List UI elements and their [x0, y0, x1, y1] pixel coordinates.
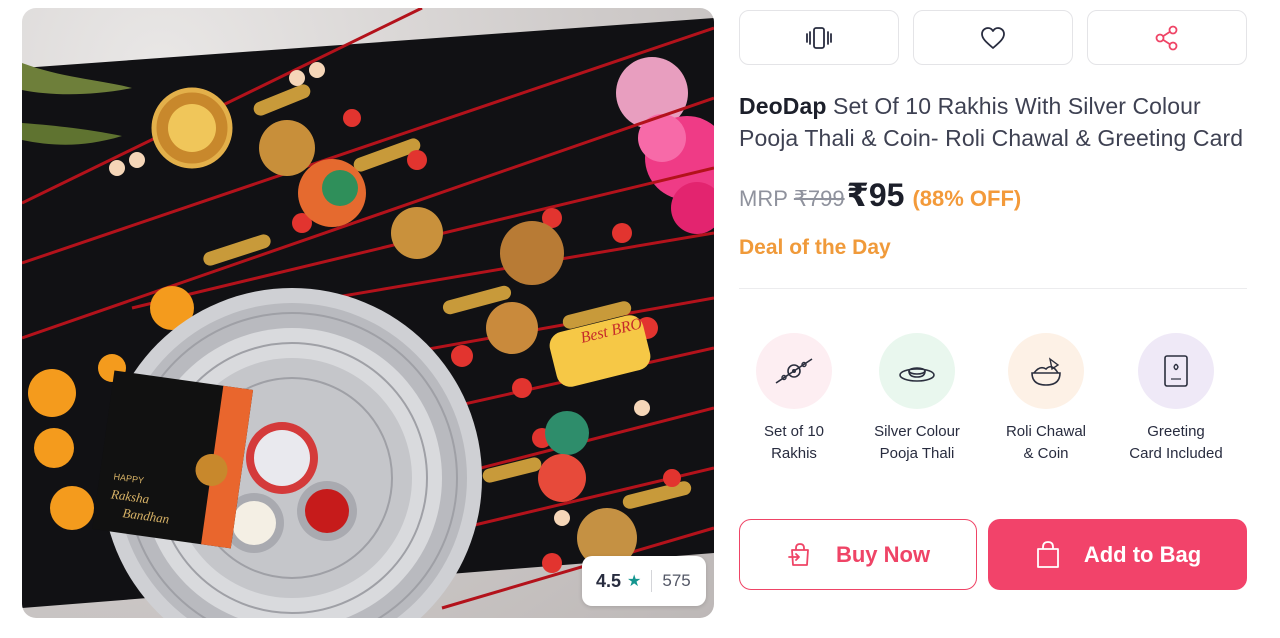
- feature-line-2: Card Included: [1129, 445, 1223, 462]
- price-row: MRP ₹799 ₹95 (88% OFF): [739, 176, 1021, 214]
- selling-price: ₹95: [846, 177, 905, 213]
- mrp-label: MRP: [739, 186, 788, 211]
- add-to-bag-button[interactable]: Add to Bag: [988, 519, 1247, 590]
- buy-now-label: Buy Now: [835, 541, 931, 567]
- feature-label: Set of 10 Rakhis: [729, 421, 859, 465]
- feature-line-1: Set of 10: [763, 423, 825, 440]
- deal-of-the-day: Deal of the Day: [739, 236, 891, 259]
- compare-icon: [806, 26, 832, 49]
- share-icon: [1155, 25, 1178, 50]
- pooja-thali-icon: [899, 367, 935, 382]
- feature-label: Silver Colour Pooja Thali: [852, 421, 982, 465]
- buy-now-icon: [788, 542, 809, 566]
- heart-icon: [981, 26, 1005, 49]
- feature-label: Roli Chawal & Coin: [981, 421, 1111, 465]
- rating-divider: [651, 570, 653, 592]
- divider: [739, 288, 1247, 289]
- feature-rakhis: Set of 10 Rakhis: [729, 333, 859, 465]
- mrp-price: ₹799: [793, 186, 845, 211]
- feature-pooja-thali: Silver Colour Pooja Thali: [852, 333, 982, 465]
- discount-badge: (88% OFF): [912, 186, 1022, 211]
- feature-line-1: Silver Colour: [874, 423, 960, 440]
- star-icon: ★: [627, 573, 642, 590]
- wishlist-button[interactable]: [913, 10, 1073, 65]
- feature-circle: [1008, 333, 1084, 409]
- rating-count: 575: [662, 571, 691, 590]
- product-photo: Best BRO HAPPY Raksha Bandhan: [22, 8, 714, 618]
- rating-chip[interactable]: 4.5 ★ 575: [582, 556, 706, 606]
- brand-name: DeoDap: [739, 93, 827, 119]
- feature-circle: [1138, 333, 1214, 409]
- feature-line-2: Pooja Thali: [879, 445, 955, 462]
- product-title: DeoDap Set Of 10 Rakhis With Silver Colo…: [739, 90, 1259, 154]
- feature-greeting-card: Greeting Card Included: [1111, 333, 1241, 465]
- rakhi-icon: [775, 358, 813, 384]
- feature-line-2: & Coin: [1023, 445, 1069, 462]
- buy-now-button[interactable]: Buy Now: [739, 519, 977, 590]
- feature-line-2: Rakhis: [771, 445, 817, 462]
- shopping-bag-icon: [1036, 540, 1059, 568]
- compare-button[interactable]: [739, 10, 899, 65]
- add-to-bag-label: Add to Bag: [1083, 541, 1202, 567]
- feature-roli-chawal: Roli Chawal & Coin: [981, 333, 1111, 465]
- feature-label: Greeting Card Included: [1111, 421, 1241, 465]
- feature-circle: [879, 333, 955, 409]
- feature-circle: [756, 333, 832, 409]
- feature-line-1: Roli Chawal: [1005, 423, 1087, 440]
- roli-chawal-icon: [1031, 357, 1061, 386]
- greeting-card-icon: [1164, 355, 1188, 387]
- feature-line-1: Greeting: [1147, 423, 1205, 440]
- product-image[interactable]: Best BRO HAPPY Raksha Bandhan 4.5 ★ 575: [22, 8, 714, 618]
- rating-value: 4.5: [596, 570, 622, 591]
- share-button[interactable]: [1087, 10, 1247, 65]
